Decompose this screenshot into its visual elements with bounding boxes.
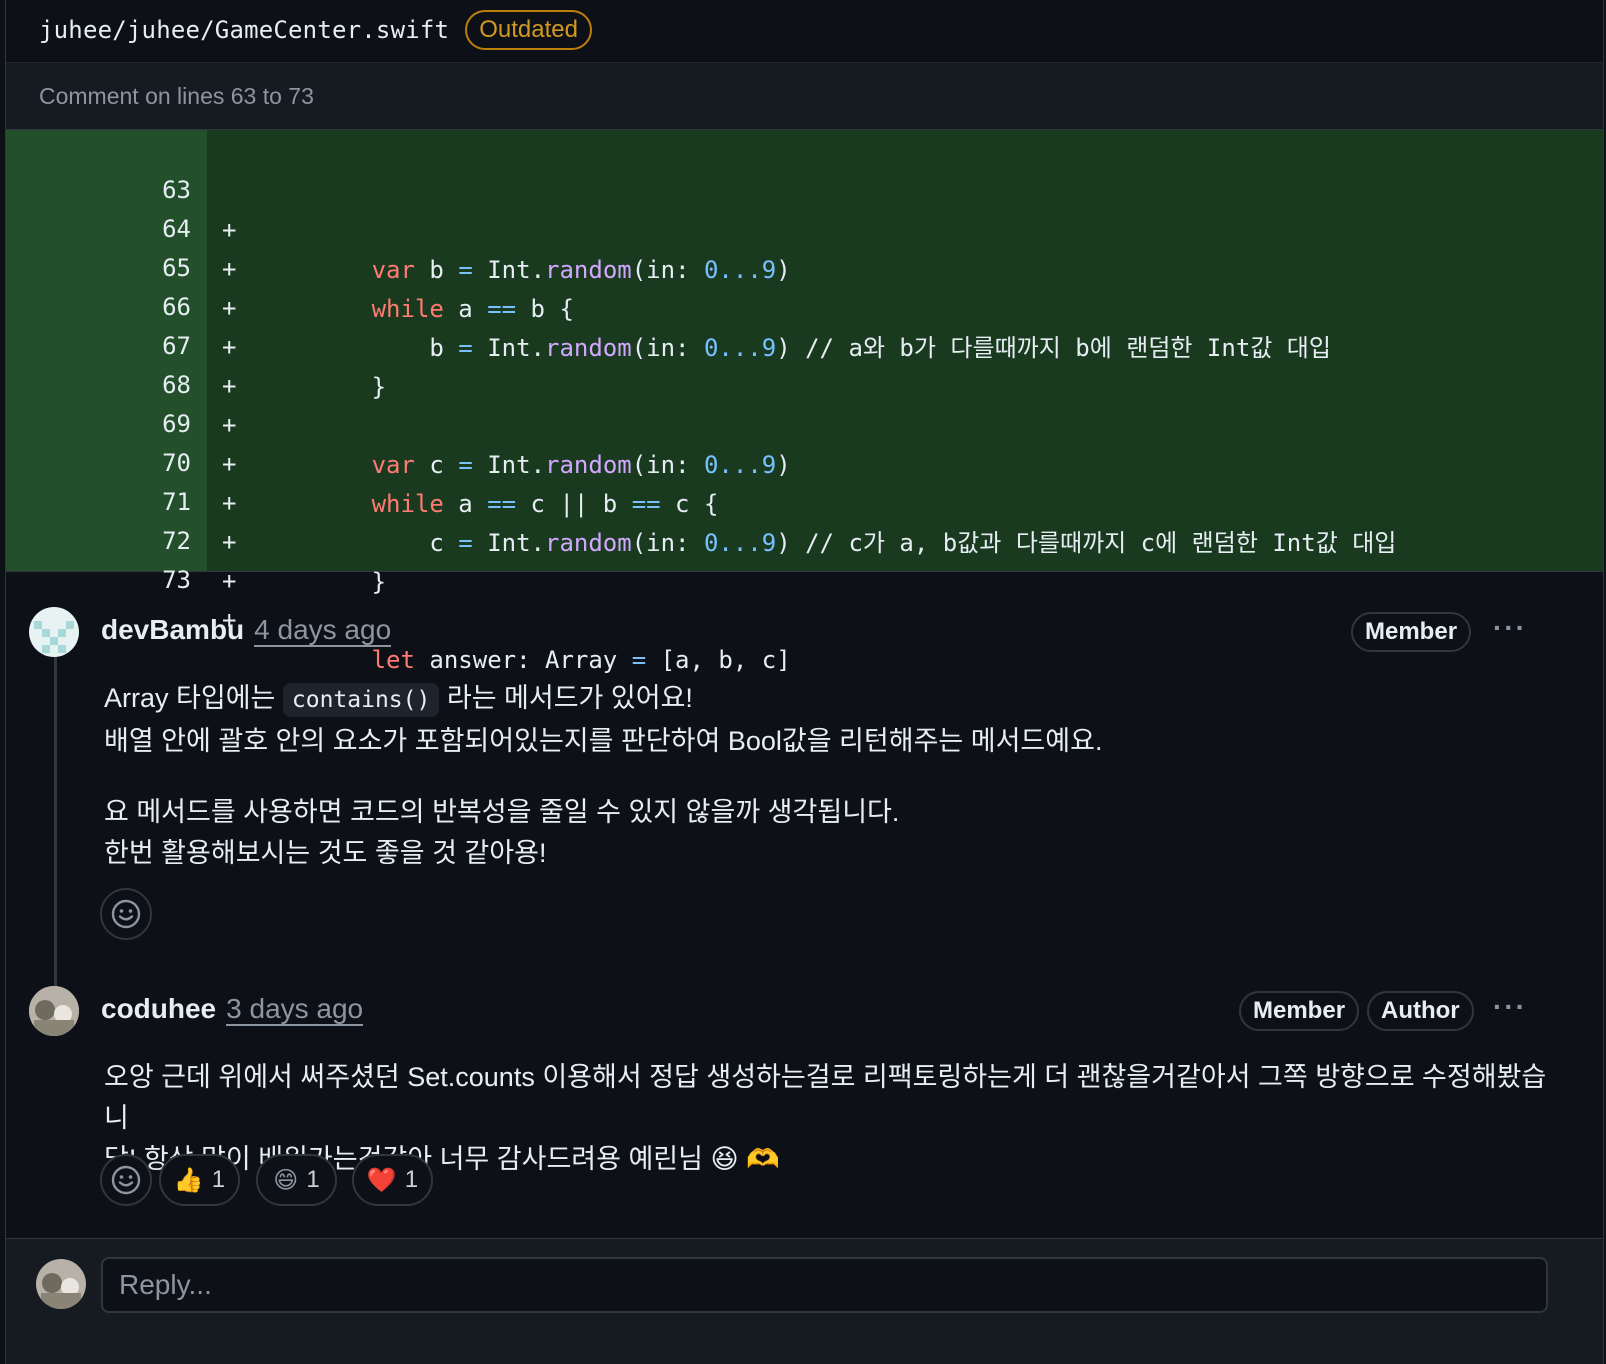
reply-bar: Reply... [6, 1238, 1603, 1364]
diff-line-68: 68 + var c = Int.random(in: 0...9) [6, 325, 1603, 479]
diff-line-70: 70 + c = Int.random(in: 0...9) // c가 a, … [6, 403, 1603, 557]
line-number[interactable]: 73 [6, 560, 191, 600]
diff-sign: + [222, 567, 237, 595]
emoji: 😆 🫶 [710, 1144, 780, 1174]
add-reaction-button[interactable] [100, 1154, 152, 1206]
diff-line-67: 67 + [6, 286, 1603, 400]
diff-line-72: 72 + [6, 481, 1603, 595]
file-path[interactable]: juhee/juhee/GameCenter.swift [39, 16, 449, 44]
diff-line-66: 66 + } [6, 247, 1603, 401]
outdated-badge: Outdated [465, 10, 592, 50]
diff-hunk: 63 + var b = Int.random(in: 0...9) 64 + … [6, 130, 1603, 674]
reaction-smile[interactable]: 😄 1 [256, 1154, 337, 1206]
inline-code: contains() [282, 683, 440, 717]
comment-line: 배열 안에 괄호 안의 요소가 포함되어있는지를 판단하여 Bool값을 리턴해… [104, 726, 1103, 756]
diff-line-69: 69 + while a == c || b == c { [6, 364, 1603, 518]
reaction-count: 1 [306, 1166, 320, 1193]
current-user-avatar[interactable] [36, 1259, 86, 1309]
reaction-count: 1 [404, 1166, 419, 1193]
smiley-icon [111, 1165, 141, 1195]
kebab-horizontal-icon[interactable]: ··· [1493, 991, 1527, 1023]
code-line: } [256, 568, 387, 596]
timestamp[interactable]: 4 days ago [254, 615, 392, 647]
thumbs-up-icon: 👍 [173, 1166, 204, 1194]
member-badge: Member [1351, 612, 1472, 652]
reaction-thumbsup[interactable]: 👍 1 [159, 1154, 240, 1206]
author-name[interactable]: coduhee [101, 993, 216, 1025]
smiley-icon [111, 899, 141, 929]
file-header: juhee/juhee/GameCenter.swift Outdated [6, 0, 1603, 60]
comment-line: Array 타입에는 contains() 라는 메서드가 있어요! [104, 678, 1102, 721]
reaction-heart[interactable]: ❤️ 1 [352, 1154, 433, 1206]
avatar[interactable] [29, 607, 79, 657]
diff-line-65: 65 + b = Int.random(in: 0...9) // a와 b가 … [6, 208, 1603, 362]
timestamp[interactable]: 3 days ago [226, 994, 364, 1026]
avatar-photo-icon [29, 986, 79, 1036]
comment-body: Array 타입에는 contains() 라는 메서드가 있어요! 배열 안에… [104, 678, 1102, 874]
comment-header: devBambu 4 days ago [101, 614, 392, 647]
diff-line-64: 64 + while a == b { [6, 169, 1603, 323]
comment-line: 요 메서드를 사용하면 코드의 반복성을 줄일 수 있지 않을까 생각됩니다. [104, 797, 900, 827]
diff-line-71: 71 + } [6, 442, 1603, 596]
add-reaction-button[interactable] [100, 888, 152, 940]
comment-header: coduhee 3 days ago [101, 993, 364, 1026]
comment-line: 한번 활용해보시는 것도 좋을 것 같아용! [104, 838, 547, 868]
reaction-count: 1 [211, 1166, 226, 1193]
avatar[interactable] [29, 986, 79, 1036]
comment-line: 오앙 근데 위에서 써주셨던 Set.counts 이용해서 정답 생성하는걸로… [104, 1062, 1547, 1133]
reply-input[interactable]: Reply... [101, 1257, 1548, 1313]
kebab-horizontal-icon[interactable]: ··· [1493, 612, 1527, 644]
author-badge: Author [1367, 991, 1474, 1031]
thread-connector [54, 650, 57, 990]
diff-line-73: 73 + let answer: Array = [a, b, c] [6, 520, 1603, 674]
author-name[interactable]: devBambu [101, 614, 244, 646]
avatar-photo-icon [36, 1259, 86, 1309]
comment-range-label: Comment on lines 63 to 73 [6, 62, 1603, 130]
identicon-icon [29, 607, 79, 657]
diff-line-63: 63 + var b = Int.random(in: 0...9) [6, 130, 1603, 284]
smile-icon: 😄 [273, 1166, 299, 1194]
review-thread: juhee/juhee/GameCenter.swift Outdated Co… [5, 0, 1604, 1364]
member-badge: Member [1239, 991, 1360, 1031]
heart-icon: ❤️ [366, 1166, 397, 1194]
